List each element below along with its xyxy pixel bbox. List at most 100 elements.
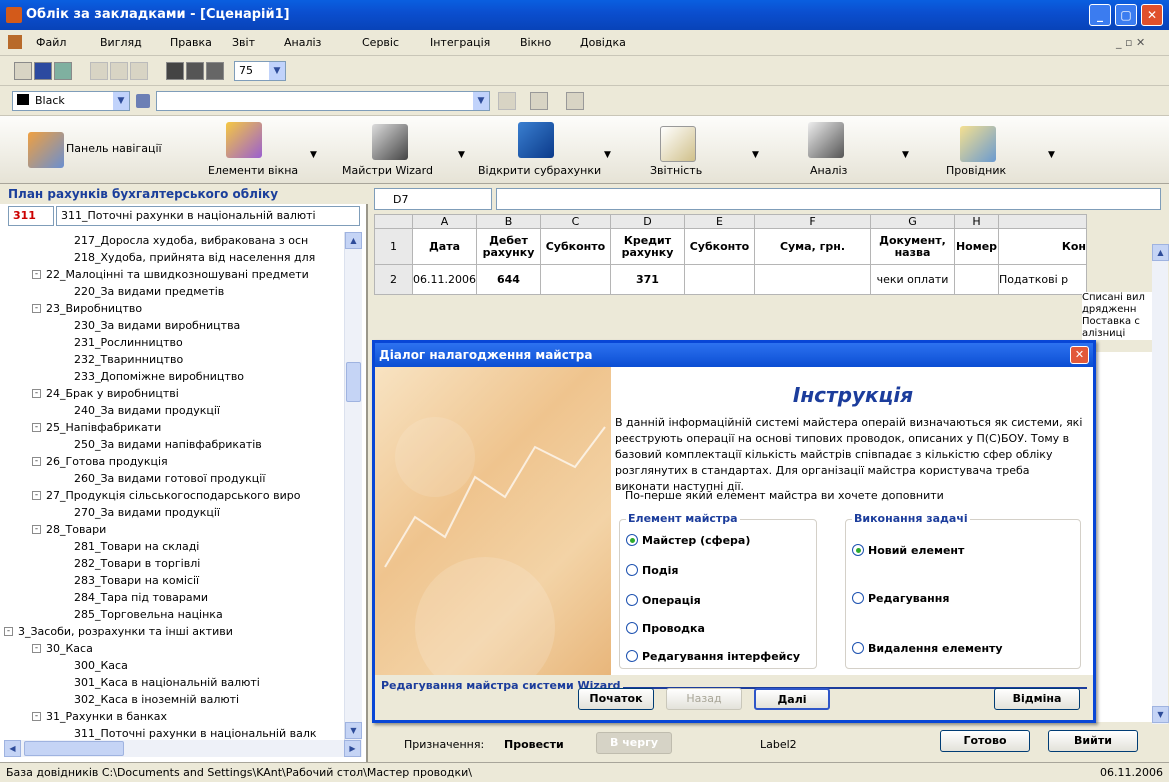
style-combo[interactable]: ▼ bbox=[156, 91, 490, 111]
minimize-button[interactable]: _ bbox=[1089, 4, 1111, 26]
cell[interactable]: 644 bbox=[475, 264, 541, 295]
maximize-button[interactable]: ▢ bbox=[1115, 4, 1137, 26]
menu-file[interactable]: Файл bbox=[36, 36, 66, 49]
tree-item[interactable]: 27_Продукція сільськогосподарського виро bbox=[46, 487, 300, 504]
start-button[interactable]: Початок bbox=[578, 688, 654, 710]
radio-operation[interactable]: Операція bbox=[626, 594, 701, 607]
exit-button[interactable]: Вийти bbox=[1048, 730, 1138, 752]
tree-vscrollbar[interactable]: ▲ ▼ bbox=[344, 232, 362, 740]
paste-icon[interactable] bbox=[130, 62, 148, 80]
back-button[interactable]: Назад bbox=[666, 688, 742, 710]
header-cell[interactable]: Номер bbox=[953, 228, 999, 265]
header-cell[interactable]: Кон bbox=[997, 228, 1087, 265]
menu-window[interactable]: Вікно bbox=[520, 36, 551, 49]
hscroll-thumb[interactable] bbox=[24, 741, 124, 756]
tree-item[interactable]: 217_Доросла худоба, вибракована з осн bbox=[74, 232, 308, 249]
merge-icon[interactable] bbox=[566, 92, 584, 110]
menu-report[interactable]: Звіт bbox=[232, 36, 255, 49]
tree-toggle-icon[interactable]: - bbox=[32, 423, 41, 432]
tree-item[interactable]: 233_Допоміжне виробництво bbox=[74, 368, 244, 385]
col-a[interactable]: A bbox=[412, 214, 477, 229]
tree-item[interactable]: 302_Каса в іноземній валюті bbox=[74, 691, 239, 708]
tree-item[interactable]: 231_Рослинництво bbox=[74, 334, 183, 351]
chevron-down-icon[interactable]: ▼ bbox=[458, 150, 465, 160]
chevron-down-icon[interactable]: ▼ bbox=[473, 92, 489, 110]
header-cell[interactable]: Кредит рахунку bbox=[609, 228, 685, 265]
chevron-down-icon[interactable]: ▼ bbox=[269, 62, 285, 80]
radio-new[interactable]: Новий елемент bbox=[852, 544, 964, 557]
menu-analysis[interactable]: Аналіз bbox=[284, 36, 321, 49]
menu-service[interactable]: Сервіс bbox=[362, 36, 399, 49]
radio-master[interactable]: Майстер (сфера) bbox=[626, 534, 750, 547]
tree-item[interactable]: 23_Виробництво bbox=[46, 300, 142, 317]
open-subaccounts-icon[interactable] bbox=[518, 122, 554, 158]
queue-button[interactable]: В чергу bbox=[596, 732, 672, 754]
cell[interactable] bbox=[683, 264, 755, 295]
radio-interface[interactable]: Редагування інтерфейсу bbox=[626, 650, 800, 663]
tree-item[interactable]: 25_Напівфабрикати bbox=[46, 419, 161, 436]
row-header[interactable]: 1 bbox=[374, 228, 413, 265]
cell[interactable] bbox=[753, 264, 871, 295]
tree-item[interactable]: 284_Тара під товарами bbox=[74, 589, 208, 606]
chevron-down-icon[interactable]: ▼ bbox=[310, 150, 317, 160]
scroll-left-icon[interactable]: ◀ bbox=[4, 740, 21, 757]
explorer-icon[interactable] bbox=[960, 126, 996, 162]
table-icon[interactable] bbox=[186, 62, 204, 80]
tree-item[interactable]: 250_За видами напівфабрикатів bbox=[74, 436, 262, 453]
header-cell[interactable]: Субконто bbox=[683, 228, 755, 265]
scroll-down-icon[interactable]: ▼ bbox=[345, 722, 362, 739]
tree-hscrollbar[interactable]: ◀ ▶ bbox=[4, 740, 362, 757]
fill-icon[interactable] bbox=[136, 94, 150, 108]
tree-toggle-icon[interactable]: - bbox=[32, 389, 41, 398]
done-button[interactable]: Готово bbox=[940, 730, 1030, 752]
mdi-controls[interactable]: _ ▫ ✕ bbox=[1116, 36, 1145, 49]
reports-label[interactable]: Звітність bbox=[650, 164, 702, 177]
tree-item[interactable]: 22_Малоцінні та швидкозношувані предмети bbox=[46, 266, 309, 283]
wizard-icon[interactable] bbox=[372, 124, 408, 160]
new-icon[interactable] bbox=[14, 62, 32, 80]
chevron-down-icon[interactable]: ▼ bbox=[752, 150, 759, 160]
tree-toggle-icon[interactable]: - bbox=[32, 270, 41, 279]
close-icon[interactable]: ✕ bbox=[1070, 346, 1089, 364]
tree-item[interactable]: 31_Рахунки в банках bbox=[46, 708, 167, 725]
tree-toggle-icon[interactable]: - bbox=[32, 457, 41, 466]
corner-cell[interactable] bbox=[374, 214, 413, 229]
cut-icon[interactable] bbox=[90, 62, 108, 80]
cancel-button[interactable]: Відміна bbox=[994, 688, 1080, 710]
col-i[interactable] bbox=[997, 214, 1087, 229]
tree-item[interactable]: 240_За видами продукції bbox=[74, 402, 220, 419]
account-code-field[interactable]: 311 bbox=[8, 206, 54, 226]
formula-input[interactable] bbox=[496, 188, 1161, 210]
print-icon[interactable] bbox=[206, 62, 224, 80]
cell[interactable] bbox=[953, 264, 999, 295]
col-c[interactable]: C bbox=[539, 214, 611, 229]
header-cell[interactable]: Дебет рахунку bbox=[475, 228, 541, 265]
row-header[interactable]: 2 bbox=[374, 264, 413, 295]
col-e[interactable]: E bbox=[683, 214, 755, 229]
window-elements-icon[interactable] bbox=[226, 122, 262, 158]
col-h[interactable]: H bbox=[953, 214, 999, 229]
window-elements-label[interactable]: Елементи вікна bbox=[208, 164, 298, 177]
reports-icon[interactable] bbox=[660, 126, 696, 162]
tree-item[interactable]: 28_Товари bbox=[46, 521, 106, 538]
analysis-icon[interactable] bbox=[808, 122, 844, 158]
nav-panel-label[interactable]: Панель навігації bbox=[66, 142, 162, 155]
analysis-label[interactable]: Аналіз bbox=[810, 164, 847, 177]
tree-item[interactable]: 283_Товари на комісії bbox=[74, 572, 199, 589]
chevron-down-icon[interactable]: ▼ bbox=[604, 150, 611, 160]
cell[interactable]: 06.11.2006 bbox=[412, 264, 477, 295]
tree-item[interactable]: 26_Готова продукція bbox=[46, 453, 168, 470]
chevron-down-icon[interactable]: ▼ bbox=[1048, 150, 1055, 160]
tree-item[interactable]: 220_За видами предметів bbox=[74, 283, 224, 300]
open-subaccounts-label[interactable]: Відкрити субрахунки bbox=[478, 164, 601, 177]
tree-item[interactable]: 3_Засоби, розрахунки та інші активи bbox=[18, 623, 233, 640]
col-f[interactable]: F bbox=[753, 214, 871, 229]
radio-event[interactable]: Подія bbox=[626, 564, 678, 577]
cell-reference[interactable]: D7 bbox=[374, 188, 492, 210]
grid-icon[interactable] bbox=[166, 62, 184, 80]
header-cell[interactable]: Сума, грн. bbox=[753, 228, 871, 265]
cell[interactable] bbox=[539, 264, 611, 295]
tree-item[interactable]: 311_Поточні рахунки в національній валк bbox=[74, 725, 317, 740]
tree-item[interactable]: 232_Тваринництво bbox=[74, 351, 183, 368]
tree-toggle-icon[interactable]: - bbox=[32, 525, 41, 534]
